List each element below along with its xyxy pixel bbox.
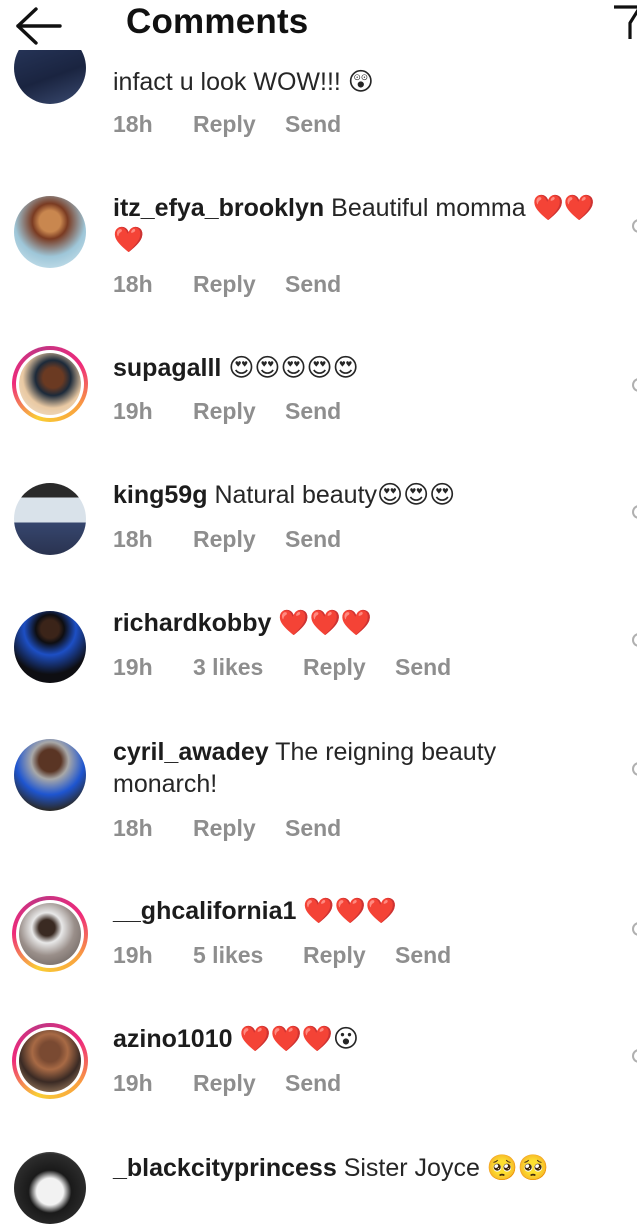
- send-button[interactable]: Send: [285, 524, 341, 554]
- comment-meta: 19h Reply Send: [113, 396, 341, 426]
- avatar[interactable]: [12, 346, 88, 422]
- comment-text: ❤️❤️❤️: [278, 609, 372, 637]
- like-heart-icon[interactable]: [632, 505, 637, 519]
- comment-meta: 19h 3 likes Reply Send: [113, 652, 451, 682]
- reply-button[interactable]: Reply: [303, 652, 395, 682]
- reply-button[interactable]: Reply: [303, 940, 395, 970]
- comment-time: 18h: [113, 815, 153, 841]
- send-button[interactable]: Send: [395, 940, 451, 970]
- likes-count[interactable]: 5 likes: [193, 940, 303, 970]
- avatar[interactable]: [12, 1150, 88, 1226]
- comment-text: infact u look WOW!!! 😲: [113, 68, 374, 96]
- like-heart-icon[interactable]: [632, 762, 637, 776]
- comment-username[interactable]: cyril_awadey: [113, 738, 269, 766]
- comment-time: 18h: [113, 526, 153, 552]
- comment-meta: 18h Reply Send: [113, 109, 341, 139]
- reply-button[interactable]: Reply: [193, 524, 285, 554]
- comment-meta: 18h Reply Send: [113, 813, 341, 843]
- send-button[interactable]: Send: [285, 813, 341, 843]
- like-heart-icon[interactable]: [632, 219, 637, 233]
- avatar[interactable]: [12, 737, 88, 813]
- avatar[interactable]: [12, 896, 88, 972]
- comment-username[interactable]: itz_efya_brooklyn: [113, 194, 324, 222]
- comment-time: 19h: [113, 654, 153, 680]
- comment-text: Sister Joyce 🥺🥺: [343, 1154, 550, 1182]
- like-heart-icon[interactable]: [632, 1049, 637, 1063]
- comment-text: 😍😍😍😍😍: [228, 354, 359, 382]
- comment-meta: 18h Reply Send: [113, 524, 341, 554]
- reply-button[interactable]: Reply: [193, 109, 285, 139]
- comment-meta: 19h Reply Send: [113, 1068, 341, 1098]
- back-arrow-icon[interactable]: [14, 6, 64, 46]
- comment-username[interactable]: _blackcityprincess: [113, 1154, 337, 1182]
- avatar[interactable]: [12, 1023, 88, 1099]
- reply-button[interactable]: Reply: [193, 396, 285, 426]
- comment-username[interactable]: azino1010: [113, 1025, 233, 1053]
- reply-button[interactable]: Reply: [193, 813, 285, 843]
- comment-time: 18h: [113, 111, 153, 137]
- send-button[interactable]: Send: [285, 269, 341, 299]
- avatar[interactable]: [12, 481, 88, 557]
- comment-username[interactable]: __ghcalifornia1: [113, 897, 296, 925]
- avatar[interactable]: [12, 609, 88, 685]
- like-heart-icon[interactable]: [632, 922, 637, 936]
- comment-meta: 19h 5 likes Reply Send: [113, 940, 451, 970]
- send-button[interactable]: Send: [395, 652, 451, 682]
- comment-time: 18h: [113, 271, 153, 297]
- send-button[interactable]: Send: [285, 109, 341, 139]
- comment-text: ❤️❤️❤️😮: [239, 1025, 359, 1053]
- comment-time: 19h: [113, 1070, 153, 1096]
- comment-text: Natural beauty😍😍😍: [214, 481, 456, 509]
- comment-time: 19h: [113, 942, 153, 968]
- comment-text: ❤️❤️❤️: [303, 897, 397, 925]
- send-button[interactable]: Send: [285, 1068, 341, 1098]
- send-button[interactable]: Send: [285, 396, 341, 426]
- like-heart-icon[interactable]: [632, 633, 637, 647]
- header-bar: Comments: [0, 0, 637, 50]
- filter-icon[interactable]: [612, 3, 637, 43]
- avatar[interactable]: [12, 194, 88, 270]
- reply-button[interactable]: Reply: [193, 1068, 285, 1098]
- comment-username[interactable]: supagalll: [113, 354, 221, 382]
- likes-count[interactable]: 3 likes: [193, 652, 303, 682]
- reply-button[interactable]: Reply: [193, 269, 285, 299]
- comment-time: 19h: [113, 398, 153, 424]
- page-title: Comments: [126, 2, 309, 41]
- comment-meta: 18h Reply Send: [113, 269, 341, 299]
- comment-username[interactable]: richardkobby: [113, 609, 271, 637]
- comment-username[interactable]: king59g: [113, 481, 207, 509]
- like-heart-icon[interactable]: [632, 378, 637, 392]
